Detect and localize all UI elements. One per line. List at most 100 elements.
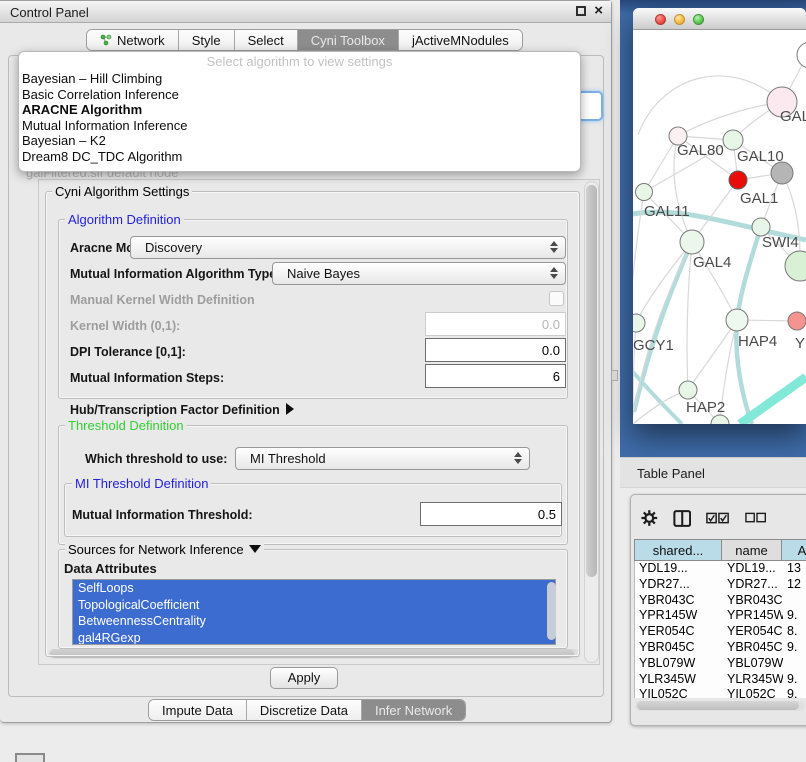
algo-item-dream8[interactable]: Dream8 DC_TDC Algorithm: [19, 149, 580, 165]
table-row[interactable]: YPR145W YPR145W 9.: [635, 608, 806, 624]
collapsed-arrow-icon: [286, 403, 294, 415]
network-view-window: GAL GAL80 GAL10 GAL1 GAL11 SWI4 GAL4 GCY…: [633, 8, 806, 424]
sources-title[interactable]: Sources for Network Inference: [65, 542, 264, 557]
table-row[interactable]: YIL052C YIL052C 9.: [635, 687, 806, 698]
kernel-width-field[interactable]: [425, 312, 566, 336]
tab-impute-data[interactable]: Impute Data: [149, 700, 247, 720]
desktop-background: GAL GAL80 GAL10 GAL1 GAL11 SWI4 GAL4 GCY…: [620, 0, 806, 457]
tab-select[interactable]: Select: [235, 30, 298, 50]
which-threshold-value: MI Threshold: [250, 451, 326, 466]
list-item-betweennesscentrality[interactable]: BetweennessCentrality: [73, 613, 555, 630]
tab-cyni-toolbox[interactable]: Cyni Toolbox: [298, 30, 399, 50]
float-panel-icon[interactable]: [576, 6, 586, 16]
algo-item-bayesian-k2[interactable]: Bayesian – K2: [19, 133, 580, 149]
list-item-selfloops[interactable]: SelfLoops: [73, 580, 555, 597]
node-unlabeled[interactable]: [797, 42, 806, 68]
list-item-topologicalcoefficient[interactable]: TopologicalCoefficient: [73, 597, 555, 614]
expanded-arrow-icon: [249, 545, 261, 553]
table-panel-title: Table Panel: [637, 466, 705, 481]
node-gcy1[interactable]: [633, 314, 645, 332]
node-bottom-partial[interactable]: [711, 415, 729, 424]
cyni-bottom-tabbar: Impute Data Discretize Data Infer Networ…: [148, 699, 466, 721]
close-traffic-light-icon[interactable]: [655, 14, 666, 25]
label-gal10: GAL10: [737, 148, 784, 165]
table-hscroll-thumb[interactable]: [637, 701, 799, 710]
kernel-width-label: Kernel Width (0,1):: [70, 319, 180, 333]
node-labels: GAL GAL80 GAL10 GAL1 GAL11 SWI4 GAL4 GCY…: [633, 108, 806, 416]
threshold-definition-title: Threshold Definition: [65, 418, 187, 433]
tab-jactivemnodules[interactable]: jActiveMNodules: [399, 30, 522, 50]
table-rows[interactable]: YDL19... YDL19... 13 YDR27... YDR27... 1…: [634, 561, 806, 698]
node-large-green[interactable]: [785, 251, 806, 281]
deselect-all-icon[interactable]: [745, 512, 767, 524]
minimize-traffic-light-icon[interactable]: [674, 14, 685, 25]
highlighted-teal-edge: [740, 377, 806, 424]
which-threshold-combo[interactable]: MI Threshold: [235, 447, 530, 470]
dpi-tolerance-label: DPI Tolerance [0,1]:: [70, 345, 186, 359]
node-gal4[interactable]: [680, 230, 704, 254]
label-gal-partial: GAL: [780, 108, 806, 125]
node-gray[interactable]: [771, 162, 793, 184]
mi-type-label: Mutual Information Algorithm Type:: [70, 267, 280, 281]
table-row[interactable]: YBL079W YBL079W: [635, 656, 806, 672]
mi-steps-field[interactable]: [425, 364, 566, 388]
column-header-shared-name[interactable]: shared...: [634, 539, 722, 561]
zoom-traffic-light-icon[interactable]: [693, 14, 704, 25]
table-row[interactable]: YDL19... YDL19... 13: [635, 561, 806, 577]
mi-type-combo[interactable]: Naive Bayes: [272, 262, 566, 285]
manual-kernel-label: Manual Kernel Width Definition: [70, 293, 255, 307]
control-panel-tabbar: Network Style Select Cyni Toolbox jActiv…: [86, 29, 523, 51]
settings-vertical-scrollbar[interactable]: [584, 181, 599, 663]
apply-button[interactable]: Apply: [270, 667, 338, 689]
label-gcy1: GCY1: [633, 337, 674, 354]
node-gal1-red[interactable]: [729, 171, 747, 189]
table-horizontal-scrollbar[interactable]: [635, 701, 805, 711]
node-hap2[interactable]: [679, 381, 697, 399]
panel-splitter-handle[interactable]: [611, 370, 618, 381]
gear-icon[interactable]: [641, 509, 658, 527]
table-row[interactable]: YBR045C YBR045C 9.: [635, 640, 806, 656]
manual-kernel-checkbox[interactable]: [549, 291, 564, 306]
node-gal11[interactable]: [636, 184, 653, 201]
dpi-tolerance-field[interactable]: [425, 338, 566, 362]
tab-network[interactable]: Network: [87, 30, 179, 50]
tab-discretize-data[interactable]: Discretize Data: [247, 700, 362, 720]
tab-network-label: Network: [117, 33, 165, 48]
network-canvas[interactable]: GAL GAL80 GAL10 GAL1 GAL11 SWI4 GAL4 GCY…: [633, 30, 806, 424]
algo-item-mutual-information[interactable]: Mutual Information Inference: [19, 118, 580, 134]
column-header-name[interactable]: name: [722, 539, 782, 561]
table-panel-window: shared... name A YDL19... YDL19... 13 YD…: [630, 494, 806, 726]
mi-threshold-label: Mutual Information Threshold:: [72, 508, 253, 522]
close-icon[interactable]: ×: [594, 5, 603, 17]
aracne-mode-combo[interactable]: Discovery: [130, 236, 566, 259]
columns-icon[interactable]: [673, 509, 691, 528]
table-row[interactable]: YDR27... YDR27... 12: [635, 577, 806, 593]
algo-item-aracne[interactable]: ARACNE Algorithm: [19, 102, 580, 118]
tab-infer-network[interactable]: Infer Network: [362, 700, 465, 720]
attributes-list-scrollbar[interactable]: [547, 582, 556, 640]
minimized-panel-icon[interactable]: [15, 753, 45, 762]
table-row[interactable]: YBR043C YBR043C: [635, 593, 806, 609]
hub-definition-toggle[interactable]: Hub/Transcription Factor Definition: [70, 403, 294, 417]
algo-item-bayesian-hill-climbing[interactable]: Bayesian – Hill Climbing: [19, 71, 580, 87]
select-all-icon[interactable]: [706, 512, 730, 525]
column-header-partial[interactable]: A: [782, 539, 806, 561]
network-window-titlebar[interactable]: [633, 8, 806, 30]
mi-threshold-field[interactable]: [420, 502, 562, 526]
list-item-gal4rgexp[interactable]: gal4RGexp: [73, 630, 555, 646]
cyni-algorithm-settings-title: Cyni Algorithm Settings: [52, 184, 192, 199]
data-attributes-list[interactable]: SelfLoops TopologicalCoefficient Between…: [72, 579, 556, 645]
algorithm-hint: Select algorithm to view settings: [19, 54, 580, 71]
label-gal1: GAL1: [740, 190, 778, 207]
table-row[interactable]: YLR345W YLR345W 9.: [635, 672, 806, 688]
vertical-scrollbar-thumb[interactable]: [586, 185, 597, 577]
control-panel-titlebar: Control Panel ×: [0, 1, 611, 23]
node-salmon[interactable]: [788, 312, 806, 330]
algo-item-basic-correlation[interactable]: Basic Correlation Inference: [19, 87, 580, 103]
node-gal10[interactable]: [723, 130, 743, 150]
table-row[interactable]: YER054C YER054C 8.: [635, 624, 806, 640]
table-toolbar: [641, 503, 806, 533]
which-threshold-label: Which threshold to use:: [85, 452, 227, 466]
tab-style[interactable]: Style: [179, 30, 235, 50]
node-hap4[interactable]: [726, 309, 748, 331]
